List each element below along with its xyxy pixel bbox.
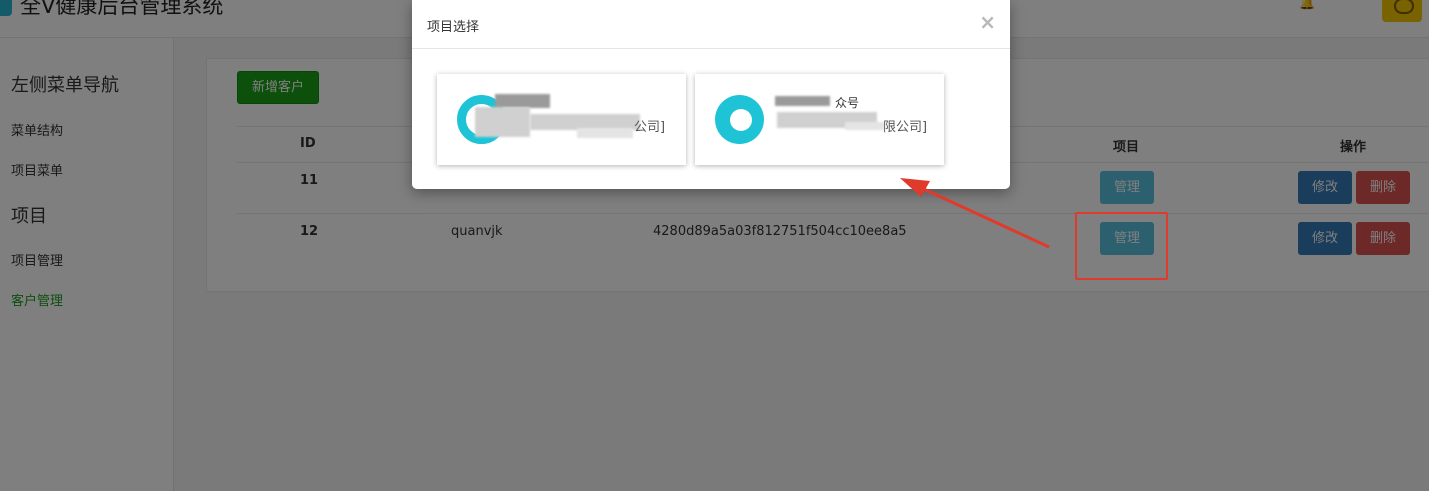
project-name: 限公司] — [883, 120, 928, 135]
project-select-modal: 项目选择 × 公司] 众号 限公司] — [412, 0, 1010, 189]
redacted-text — [475, 107, 530, 137]
modal-title: 项目选择 — [427, 20, 480, 35]
redacted-text — [845, 122, 885, 130]
project-name-top: 众号 — [835, 96, 860, 110]
redacted-text — [577, 128, 633, 138]
annotation-highlight-box — [1075, 212, 1168, 280]
close-icon[interactable]: × — [979, 10, 996, 34]
redacted-text — [775, 96, 830, 106]
modal-header: 项目选择 × — [412, 0, 1010, 49]
redacted-text — [495, 94, 550, 108]
project-logo — [715, 95, 764, 144]
project-name: 公司] — [634, 120, 666, 135]
project-card[interactable]: 公司] — [437, 74, 686, 165]
project-card[interactable]: 众号 限公司] — [695, 74, 944, 165]
